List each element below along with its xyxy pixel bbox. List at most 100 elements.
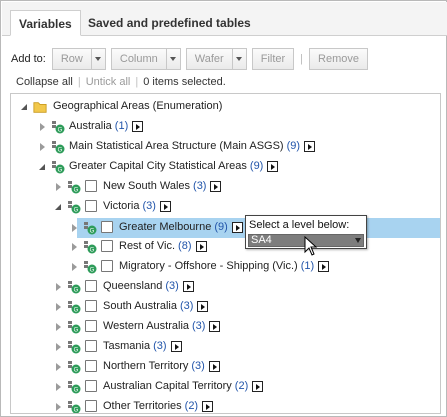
collapse-toggle-icon[interactable] [37,162,47,172]
tree-item-greater-melbourne[interactable]: G Greater Melbourne (9) [11,218,440,238]
expand-levels-icon[interactable] [210,180,222,192]
expand-levels-icon[interactable] [182,280,194,292]
tree-item-tasmania[interactable]: G Tasmania (3) [11,338,440,356]
tree-item-western-australia[interactable]: G Western Australia (3) [11,318,440,336]
item-checkbox[interactable] [85,400,97,412]
hierarchy-node-icon: G [68,301,81,314]
tree-item-label: Migratory - Offshore - Shipping (Vic.) [119,260,298,272]
collapse-all-link[interactable]: Collapse all [16,76,73,88]
untick-all-link[interactable]: Untick all [86,76,131,88]
expand-levels-icon[interactable] [197,300,209,312]
tree-item-act[interactable]: G Australian Capital Territory (2) [11,378,440,396]
expand-levels-icon[interactable] [170,340,182,352]
hierarchy-node-icon: G [68,181,81,194]
add-to-wafer-button[interactable]: Wafer [185,48,233,70]
wafer-dropdown-chevron-icon[interactable] [232,48,247,70]
expand-levels-icon[interactable] [195,240,207,252]
tree-item-label: Queensland [103,280,163,292]
svg-text:G: G [58,168,63,174]
item-checkbox[interactable] [85,380,97,392]
tree-item-label: Main Statistical Area Structure (Main AS… [69,140,284,152]
hierarchy-node-icon: G [68,281,81,294]
hierarchy-node-icon: G [52,141,65,154]
tree-item-main-asgs[interactable]: G Main Statistical Area Structure (Main … [11,138,440,156]
expand-toggle-icon[interactable] [53,382,63,392]
expand-toggle-icon[interactable] [69,242,79,252]
filter-button[interactable]: Filter [251,48,295,70]
expand-levels-icon[interactable] [209,320,221,332]
item-checkbox[interactable] [85,300,97,312]
column-dropdown-chevron-icon[interactable] [166,48,181,70]
svg-text:G: G [90,229,95,235]
tree-item-victoria[interactable]: G Victoria (3) [11,198,440,216]
expand-levels-icon[interactable] [304,140,316,152]
selected-count: 0 items selected. [143,76,226,88]
tree-item-other-territories[interactable]: G Other Territories (2) [11,398,440,413]
remove-button[interactable]: Remove [309,48,368,70]
item-checkbox[interactable] [85,320,97,332]
tree-item-northern-territory[interactable]: G Northern Territory (3) [11,358,440,376]
tree-item-south-australia[interactable]: G South Australia (3) [11,298,440,316]
expand-toggle-icon[interactable] [37,142,47,152]
mouse-pointer-icon [304,236,318,256]
expand-levels-icon[interactable] [267,160,279,172]
tree-item-label: Tasmania [103,340,151,352]
tree-item-label: Greater Capital City Statistical Areas [69,160,247,172]
expand-toggle-icon[interactable] [69,262,79,272]
tree-item-count: (1) [114,120,129,132]
level-select-value: SA4 [251,234,272,246]
expand-toggle-icon[interactable] [53,402,63,412]
tree-item-count: (8) [178,240,192,252]
expand-toggle-icon[interactable] [37,122,47,132]
tree-item-label: Western Australia [103,320,190,332]
expand-levels-icon[interactable] [231,221,243,233]
tree-item-australia[interactable]: G Australia (1) [11,118,440,136]
expand-levels-icon[interactable] [202,400,214,412]
item-checkbox[interactable] [85,280,97,292]
tab-saved-tables[interactable]: Saved and predefined tables [80,10,259,36]
tree-item-count: (1) [300,260,315,272]
expand-toggle-icon[interactable] [53,302,63,312]
item-checkbox[interactable] [101,260,113,272]
expand-levels-icon[interactable] [252,380,264,392]
tree-item-gccsa[interactable]: G Greater Capital City Statistical Areas… [11,158,440,176]
expand-levels-icon[interactable] [132,120,144,132]
expand-toggle-icon[interactable] [53,282,63,292]
add-to-row-button[interactable]: Row [51,48,92,70]
item-checkbox[interactable] [85,200,97,212]
expand-toggle-icon[interactable] [53,182,63,192]
tree-item-queensland[interactable]: G Queensland (3) [11,278,440,296]
expand-toggle-icon[interactable] [69,223,79,233]
tree-item-count: (3) [142,200,156,212]
tree-item-label: Victoria [103,200,140,212]
item-checkbox[interactable] [85,180,97,192]
row-dropdown-chevron-icon[interactable] [91,48,106,70]
tab-variables[interactable]: Variables [10,10,81,36]
svg-text:G: G [90,268,95,274]
expand-toggle-icon[interactable] [53,362,63,372]
svg-text:G: G [74,388,79,394]
expand-toggle-icon[interactable] [53,342,63,352]
tree-actions: Collapse all | Untick all | 0 items sele… [16,76,226,88]
tree-root[interactable]: Geographical Areas (Enumeration) [11,98,440,116]
item-checkbox[interactable] [85,360,97,372]
tree-item-count: (9) [286,140,301,152]
tree-item-migratory-vic[interactable]: G Migratory - Offshore - Shipping (Vic.)… [11,258,440,276]
add-to-column-button[interactable]: Column [110,48,167,70]
item-checkbox[interactable] [101,221,113,233]
item-checkbox[interactable] [101,240,113,252]
collapse-toggle-icon[interactable] [19,102,29,112]
hierarchy-node-icon: G [68,341,81,354]
expand-levels-icon[interactable] [208,360,220,372]
hierarchy-node-icon: G [84,222,97,235]
expand-toggle-icon[interactable] [53,322,63,332]
expand-levels-icon[interactable] [318,260,330,272]
tree-item-count: (9) [214,221,228,233]
hierarchy-node-icon: G [52,121,65,134]
item-checkbox[interactable] [85,340,97,352]
tree-item-rest-of-vic[interactable]: G Rest of Vic. (8) [11,238,440,256]
chevron-down-icon[interactable] [355,238,361,243]
tree-item-nsw[interactable]: G New South Wales (3) [11,178,440,196]
collapse-toggle-icon[interactable] [53,202,63,212]
expand-levels-icon[interactable] [159,200,171,212]
